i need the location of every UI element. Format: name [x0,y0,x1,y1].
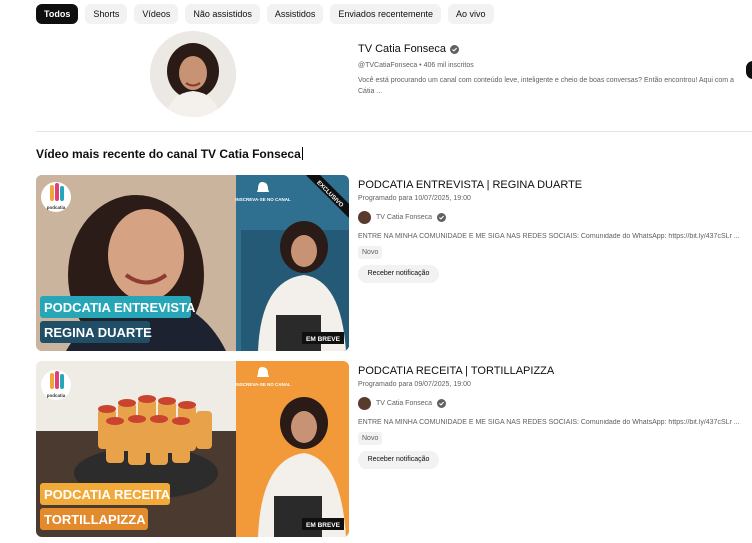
channel-name[interactable]: TV Catia Fonseca [358,43,446,55]
video-title[interactable]: PODCATIA RECEITA | TORTILLAPIZZA [358,365,752,377]
video-item: podcatia INSCREVA-SE NO CANAL PODCATIA R… [36,361,752,537]
video-channel-name[interactable]: TV Catia Fonseca [376,214,432,221]
chip-todos[interactable]: Todos [36,4,79,24]
channel-mini-avatar[interactable] [358,211,371,224]
subscribe-button-edge[interactable] [746,61,752,79]
video-thumbnail[interactable]: podcatia INSCREVA-SE NO CANAL EXCLUSIVO … [36,175,349,351]
thumb-logo-text: podcatia [47,205,66,210]
filter-chips: Todos Shorts Vídeos Não assistidos Assis… [36,4,494,24]
thumb-logo-text: podcatia [47,393,66,398]
video-channel-name[interactable]: TV Catia Fonseca [376,400,432,407]
section-title: Vídeo mais recente do canal TV Catia Fon… [36,147,303,161]
podcatia-logo-icon: podcatia [41,370,71,400]
video-description: ENTRE NA MINHA COMUNIDADE E ME SIGA NAS … [358,233,740,240]
channel-description[interactable]: Você está procurando um canal com conteú… [358,75,738,97]
video-scheduled: Programado para 09/07/2025, 19:00 [358,381,471,388]
channel-info: TV Catia Fonseca @TVCatiaFonseca • 406 m… [358,43,748,97]
thumb-soon-badge: EM BREVE [306,336,341,343]
text-cursor [301,147,303,160]
verified-icon [437,399,447,408]
video-channel-row: TV Catia Fonseca [358,211,752,224]
thumb-line2: TORTILLAPIZZA [44,512,146,527]
thumb-subscribe-text: INSCREVA-SE NO CANAL [235,197,291,202]
chip-videos[interactable]: Vídeos [134,4,179,24]
notify-button[interactable]: Receber notificação [358,265,439,283]
new-badge: Novo [358,432,383,445]
thumb-line1: PODCATIA RECEITA [44,487,171,502]
video-info: PODCATIA RECEITA | TORTILLAPIZZA Program… [358,361,752,469]
chip-nao-assistidos[interactable]: Não assistidos [185,4,260,24]
chip-assistidos[interactable]: Assistidos [266,4,324,24]
chip-ao-vivo[interactable]: Ao vivo [447,4,494,24]
verified-icon [450,44,460,54]
video-info: PODCATIA ENTREVISTA | REGINA DUARTE Prog… [358,175,752,283]
thumb-soon-badge: EM BREVE [306,522,341,529]
video-item: podcatia INSCREVA-SE NO CANAL EXCLUSIVO … [36,175,752,351]
video-description: ENTRE NA MINHA COMUNIDADE E ME SIGA NAS … [358,419,740,426]
channel-handle-subscribers: @TVCatiaFonseca • 406 mil inscritos [358,62,474,69]
video-scheduled: Programado para 10/07/2025, 19:00 [358,195,471,202]
channel-mini-avatar[interactable] [358,397,371,410]
thumb-subscribe-text: INSCREVA-SE NO CANAL [235,382,291,387]
video-thumbnail[interactable]: podcatia INSCREVA-SE NO CANAL PODCATIA R… [36,361,349,537]
thumb-line1: PODCATIA ENTREVISTA [44,300,196,315]
chip-enviados-recentemente[interactable]: Enviados recentemente [330,4,441,24]
notify-button[interactable]: Receber notificação [358,451,439,469]
video-title[interactable]: PODCATIA ENTREVISTA | REGINA DUARTE [358,179,752,191]
divider [36,131,752,132]
video-channel-row: TV Catia Fonseca [358,397,752,410]
thumb-line2: REGINA DUARTE [44,325,152,340]
chip-shorts[interactable]: Shorts [85,4,128,24]
podcatia-logo-icon: podcatia [41,182,71,212]
verified-icon [437,213,447,222]
new-badge: Novo [358,246,383,259]
channel-avatar[interactable] [150,31,236,117]
